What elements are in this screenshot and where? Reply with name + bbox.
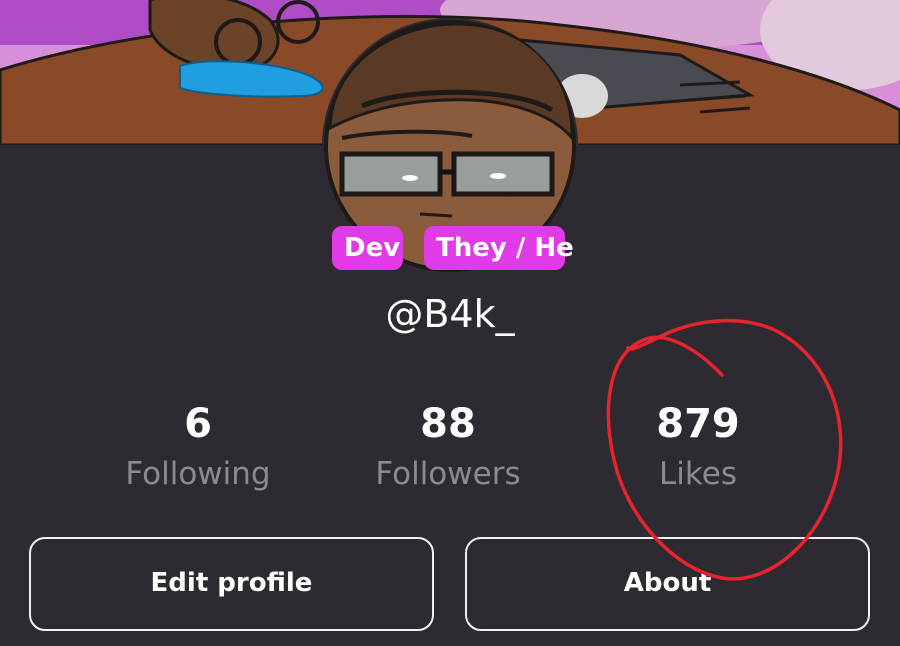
followers-count: 88 [420,401,476,447]
likes-count: 879 [656,401,740,447]
followers-label: Followers [375,456,521,492]
following-label: Following [125,456,271,492]
edit-profile-button[interactable]: Edit profile [29,537,434,631]
username: @B4k_ [385,292,515,336]
stat-followers[interactable]: 88 Followers [318,398,578,494]
tag-badge-dev: Dev [332,226,403,270]
likes-label: Likes [659,456,737,492]
about-button[interactable]: About [465,537,870,631]
tag-badge-pronouns: They / He [424,226,574,270]
stat-likes[interactable]: 879 Likes [568,398,828,494]
following-count: 6 [184,401,212,447]
stat-following[interactable]: 6 Following [68,398,328,494]
